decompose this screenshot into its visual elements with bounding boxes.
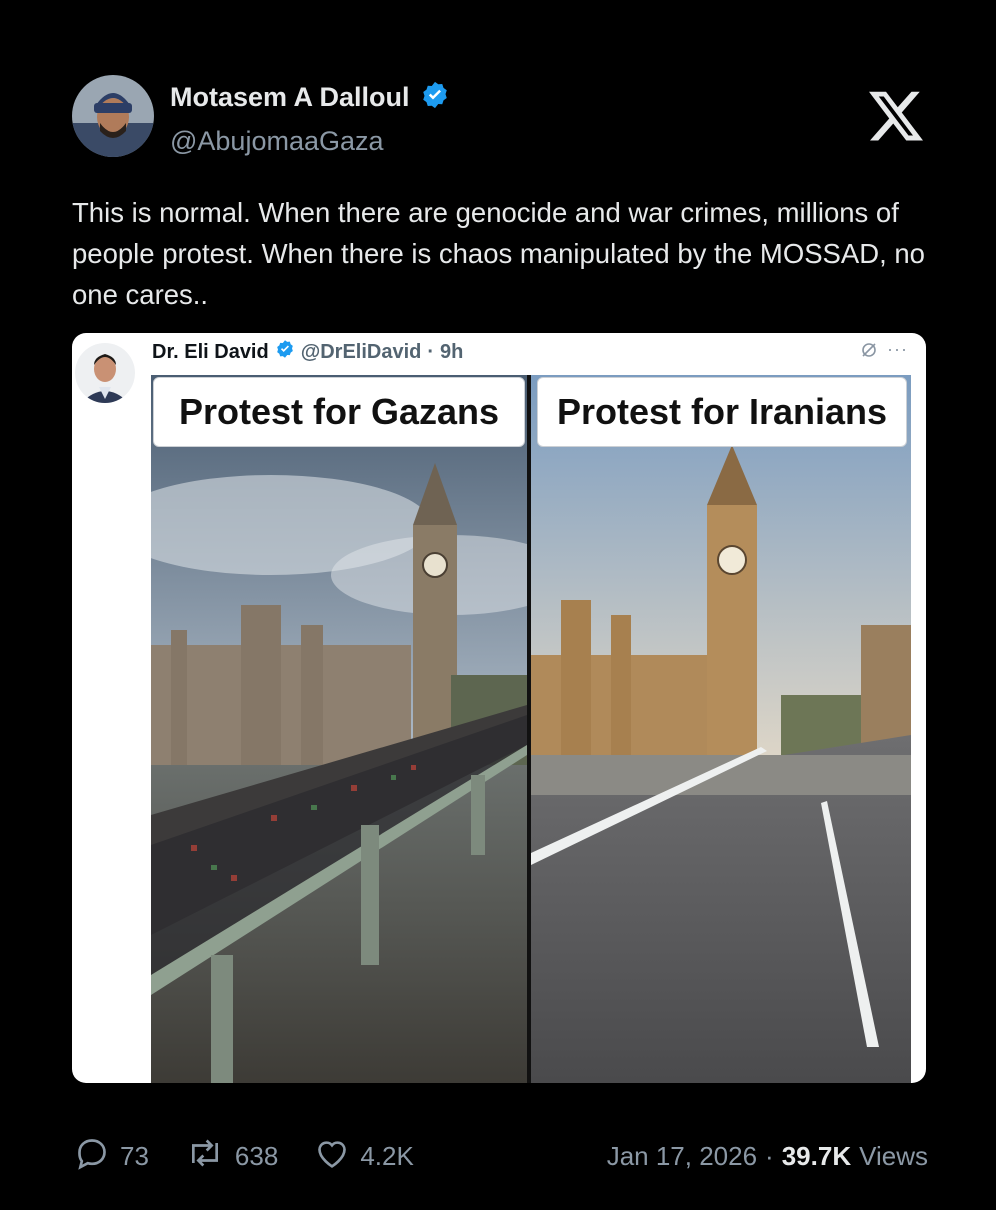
author-handle[interactable]: @AbujomaaGaza — [170, 126, 384, 157]
quoted-tweet-card[interactable]: Dr. Eli David @DrEliDavid · 9h ··· Prote… — [72, 333, 926, 1083]
quoted-header: Dr. Eli David @DrEliDavid · 9h — [152, 339, 463, 365]
verified-badge-icon — [275, 339, 295, 365]
tweet-footer: 73 638 4.2K Jan 17, 2026 · 39.7K Views — [72, 1136, 928, 1176]
like-count: 4.2K — [360, 1140, 414, 1171]
quoted-image[interactable]: Protest for Gazans Protest for Iranians — [151, 375, 911, 1083]
right-photo: Protest for Iranians — [531, 375, 911, 1083]
left-label: Protest for Gazans — [153, 377, 525, 447]
author-avatar[interactable] — [72, 75, 154, 157]
heart-icon — [312, 1133, 352, 1180]
reply-button[interactable]: 73 — [72, 1133, 149, 1180]
like-button[interactable]: 4.2K — [312, 1133, 414, 1180]
quoted-author-name[interactable]: Dr. Eli David — [152, 341, 269, 364]
verified-badge-icon — [420, 80, 450, 115]
quoted-author-handle[interactable]: @DrEliDavid — [301, 341, 422, 364]
tweet-date[interactable]: Jan 17, 2026 — [607, 1141, 757, 1172]
author-name[interactable]: Motasem A Dalloul — [170, 82, 410, 113]
left-photo: Protest for Gazans — [151, 375, 527, 1083]
link-icon[interactable] — [860, 341, 878, 364]
reply-count: 73 — [120, 1140, 149, 1171]
more-options-icon[interactable]: ··· — [887, 339, 908, 360]
views-label: Views — [859, 1140, 928, 1171]
meta-separator: · — [765, 1140, 774, 1171]
tweet-text: This is normal. When there are genocide … — [72, 197, 925, 310]
repost-button[interactable]: 638 — [183, 1133, 278, 1180]
quoted-author-avatar[interactable] — [75, 343, 135, 403]
author-name-row: Motasem A Dalloul — [170, 80, 450, 115]
repost-icon — [183, 1133, 227, 1180]
right-label: Protest for Iranians — [537, 377, 907, 447]
reply-icon — [72, 1133, 112, 1180]
quoted-time[interactable]: 9h — [440, 341, 463, 364]
quoted-separator: · — [427, 340, 435, 363]
tweet-meta: Jan 17, 2026 · 39.7K Views — [607, 1141, 928, 1172]
views-count: 39.7K — [781, 1140, 852, 1171]
x-logo-icon — [866, 86, 926, 146]
repost-count: 638 — [234, 1140, 279, 1171]
